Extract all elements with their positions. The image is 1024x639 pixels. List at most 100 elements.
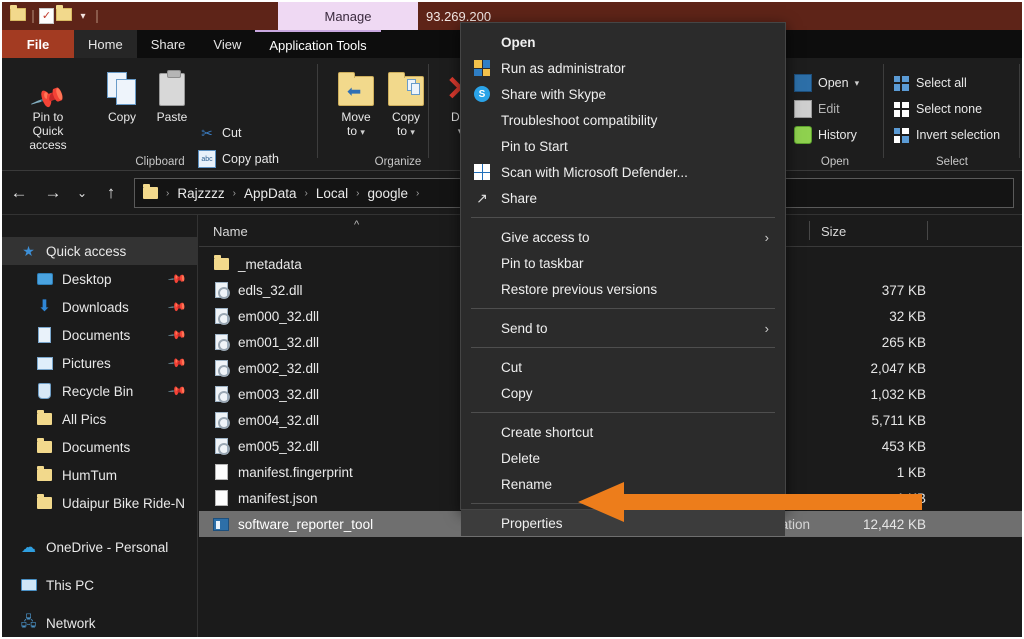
breadcrumb-item-local[interactable]: Local — [312, 186, 352, 201]
copy-to-button[interactable]: Copy to ▾ — [376, 64, 436, 139]
pin-icon[interactable]: 📌 — [167, 381, 187, 401]
history-button[interactable]: History — [794, 122, 857, 148]
tab-application-tools[interactable]: Application Tools — [255, 30, 380, 58]
sidebar-item-udaipur-bike-ride[interactable]: Udaipur Bike Ride-N — [2, 489, 197, 517]
pin-to-quick-access-button[interactable]: 📌 Pin to Quick access — [18, 64, 78, 152]
select-none-button[interactable]: Select none — [892, 96, 982, 122]
menu-item-troubleshoot-compatibility[interactable]: Troubleshoot compatibility — [461, 107, 785, 133]
menu-separator — [471, 503, 775, 504]
contextual-tab-manage[interactable]: Manage — [278, 2, 418, 30]
tab-file[interactable]: File — [2, 30, 74, 58]
menu-item-share[interactable]: ↗ Share — [461, 185, 785, 211]
sidebar-item-downloads[interactable]: ⬇ Downloads 📌 — [2, 293, 197, 321]
breadcrumb-item-google[interactable]: google — [363, 186, 412, 201]
dll-icon — [213, 412, 229, 429]
navigation-pane[interactable]: ★ Quick access Desktop 📌 ⬇ Downloads 📌 D… — [2, 215, 198, 637]
pin-icon[interactable]: 📌 — [167, 353, 187, 373]
back-button[interactable]: ← — [2, 178, 36, 208]
sidebar-item-label: OneDrive - Personal — [46, 540, 168, 555]
sidebar-item-onedrive[interactable]: ☁ OneDrive - Personal — [2, 533, 197, 561]
tab-home[interactable]: Home — [74, 30, 137, 58]
recycle-bin-icon — [36, 383, 53, 400]
file-name: em003_32.dll — [238, 387, 319, 402]
breadcrumb-item-appdata[interactable]: AppData — [240, 186, 301, 201]
menu-separator — [471, 347, 775, 348]
file-name: em000_32.dll — [238, 309, 319, 324]
sidebar-item-label: Quick access — [46, 244, 126, 259]
open-label: Open — [818, 76, 849, 90]
menu-item-label: Share with Skype — [501, 87, 606, 102]
menu-item-restore-previous-versions[interactable]: Restore previous versions — [461, 276, 785, 302]
file-size: 1,032 KB — [814, 387, 926, 402]
sidebar-item-quick-access[interactable]: ★ Quick access — [2, 237, 197, 265]
ribbon-group-label-open: Open — [786, 156, 884, 168]
menu-item-send-to[interactable]: Send to › — [461, 315, 785, 341]
menu-item-cut[interactable]: Cut — [461, 354, 785, 380]
menu-item-give-access-to[interactable]: Give access to › — [461, 224, 785, 250]
recent-locations-button[interactable]: ⌄ — [70, 178, 94, 208]
breadcrumb-item-rajzzzz[interactable]: Rajzzzz — [173, 186, 228, 201]
sidebar-item-documents-folder[interactable]: Documents — [2, 433, 197, 461]
sidebar-item-all-pics[interactable]: All Pics — [2, 405, 197, 433]
pin-icon[interactable]: 📌 — [167, 297, 187, 317]
up-button[interactable]: ↑ — [94, 178, 128, 208]
quick-access-toolbar[interactable]: ✓ ▾ — [2, 8, 101, 25]
menu-item-rename[interactable]: Rename — [461, 471, 785, 497]
select-none-icon — [892, 100, 910, 118]
documents-icon — [36, 327, 53, 344]
folder-icon[interactable] — [56, 8, 73, 25]
cut-label: Cut — [222, 126, 241, 140]
sidebar-item-network[interactable]: 🖧 Network — [2, 609, 197, 637]
select-all-button[interactable]: Select all — [892, 70, 967, 96]
file-size: 1 KB — [814, 491, 926, 506]
column-header-size[interactable]: Size — [821, 215, 846, 247]
menu-item-label: Open — [501, 35, 536, 50]
edit-label: Edit — [818, 102, 840, 116]
invert-selection-button[interactable]: Invert selection — [892, 122, 1000, 148]
context-menu[interactable]: Open Run as administrator S Share with S… — [460, 22, 786, 510]
menu-item-pin-to-start[interactable]: Pin to Start — [461, 133, 785, 159]
pin-icon[interactable]: 📌 — [167, 325, 187, 345]
sidebar-item-documents[interactable]: Documents 📌 — [2, 321, 197, 349]
menu-item-label: Rename — [501, 477, 552, 492]
chevron-down-icon[interactable]: ▾ — [855, 78, 860, 89]
menu-item-delete[interactable]: Delete — [461, 445, 785, 471]
menu-item-share-with-skype[interactable]: S Share with Skype — [461, 81, 785, 107]
folder-icon — [36, 467, 53, 484]
menu-item-create-shortcut[interactable]: Create shortcut — [461, 419, 785, 445]
edit-button[interactable]: Edit — [794, 96, 840, 122]
sidebar-item-pictures[interactable]: Pictures 📌 — [2, 349, 197, 377]
menu-item-properties[interactable]: Properties — [461, 510, 785, 536]
cut-button[interactable]: ✂ Cut — [198, 120, 241, 146]
menu-item-copy[interactable]: Copy — [461, 380, 785, 406]
sidebar-item-recycle-bin[interactable]: Recycle Bin 📌 — [2, 377, 197, 405]
sidebar-item-humtum[interactable]: HumTum — [2, 461, 197, 489]
folder-icon[interactable] — [10, 8, 27, 25]
tab-share[interactable]: Share — [137, 30, 200, 58]
sidebar-item-label: Downloads — [62, 300, 129, 315]
paste-button[interactable]: Paste — [142, 64, 202, 124]
copy-to-icon — [376, 64, 436, 106]
tab-view[interactable]: View — [199, 30, 255, 58]
file-name: manifest.json — [238, 491, 318, 506]
open-button[interactable]: Open ▾ — [794, 70, 859, 96]
select-all-label: Select all — [916, 76, 967, 90]
menu-item-pin-to-taskbar[interactable]: Pin to taskbar — [461, 250, 785, 276]
pin-icon[interactable]: 📌 — [167, 269, 187, 289]
invert-selection-icon — [892, 126, 910, 144]
share-icon: ↗ — [473, 189, 491, 207]
forward-button[interactable]: → — [36, 178, 70, 208]
breadcrumb-separator: › — [231, 188, 238, 199]
column-header-name[interactable]: Name — [213, 215, 248, 247]
menu-item-label: Scan with Microsoft Defender... — [501, 165, 688, 180]
sidebar-item-this-pc[interactable]: This PC — [2, 571, 197, 599]
sidebar-item-desktop[interactable]: Desktop 📌 — [2, 265, 197, 293]
desktop-icon — [36, 271, 53, 288]
menu-item-run-as-administrator[interactable]: Run as administrator — [461, 55, 785, 81]
menu-item-open[interactable]: Open — [461, 29, 785, 55]
sidebar-item-label: All Pics — [62, 412, 106, 427]
menu-item-scan-with-microsoft-defender[interactable]: Scan with Microsoft Defender... — [461, 159, 785, 185]
properties-check-icon[interactable]: ✓ — [39, 8, 54, 24]
chevron-down-icon[interactable]: ▾ — [75, 8, 91, 24]
ribbon-group-clipboard: 📌 Pin to Quick access Copy Paste ✂ Cut a… — [2, 58, 318, 171]
